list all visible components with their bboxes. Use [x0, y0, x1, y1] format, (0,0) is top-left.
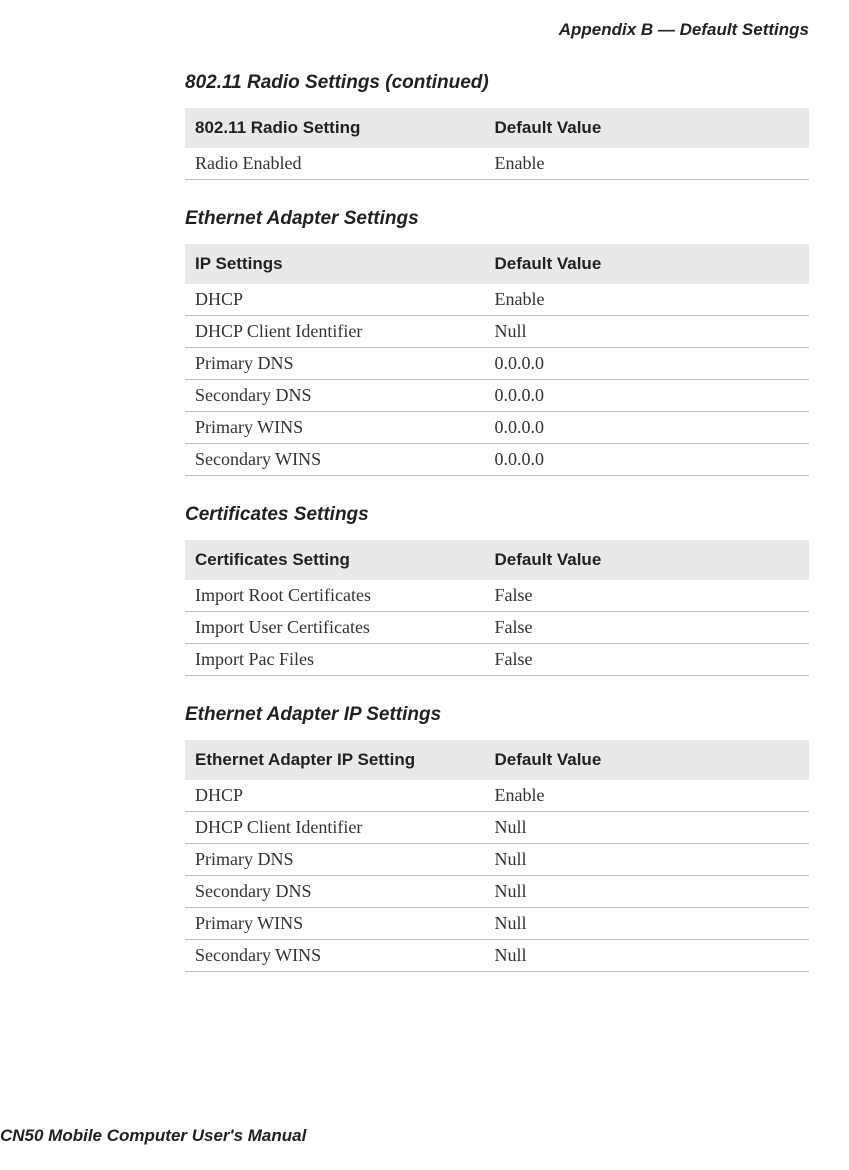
section-title-radio: 802.11 Radio Settings (continued): [185, 72, 809, 94]
table-row: Import Pac Files False: [185, 644, 809, 676]
setting-value: 0.0.0.0: [485, 412, 809, 444]
table-row: Primary WINS 0.0.0.0: [185, 412, 809, 444]
setting-name: Primary DNS: [185, 844, 485, 876]
setting-name: DHCP: [185, 284, 485, 316]
table-header-row: 802.11 Radio Setting Default Value: [185, 108, 809, 148]
setting-name: Secondary WINS: [185, 940, 485, 972]
table-row: Primary WINS Null: [185, 908, 809, 940]
table-header-col1: IP Settings: [185, 244, 485, 284]
table-header-col2: Default Value: [485, 740, 809, 780]
setting-value: Enable: [485, 284, 809, 316]
setting-name: Primary WINS: [185, 412, 485, 444]
table-header-row: Certificates Setting Default Value: [185, 540, 809, 580]
table-row: DHCP Enable: [185, 780, 809, 812]
setting-value: 0.0.0.0: [485, 348, 809, 380]
setting-name: DHCP Client Identifier: [185, 812, 485, 844]
table-radio-settings: 802.11 Radio Setting Default Value Radio…: [185, 108, 809, 180]
page-content: 802.11 Radio Settings (continued) 802.11…: [0, 72, 809, 972]
setting-value: False: [485, 644, 809, 676]
table-row: Import Root Certificates False: [185, 580, 809, 612]
setting-name: Primary WINS: [185, 908, 485, 940]
page-header: Appendix B — Default Settings: [0, 20, 809, 40]
setting-name: DHCP: [185, 780, 485, 812]
setting-name: Secondary DNS: [185, 876, 485, 908]
section-title-ethernet-ip: Ethernet Adapter IP Settings: [185, 704, 809, 726]
setting-value: Null: [485, 908, 809, 940]
setting-value: 0.0.0.0: [485, 444, 809, 476]
setting-value: Null: [485, 940, 809, 972]
table-row: Import User Certificates False: [185, 612, 809, 644]
table-row: Radio Enabled Enable: [185, 148, 809, 180]
setting-value: Enable: [485, 780, 809, 812]
page-footer: CN50 Mobile Computer User's Manual: [0, 1126, 306, 1146]
table-certificates-settings: Certificates Setting Default Value Impor…: [185, 540, 809, 676]
setting-value: Null: [485, 844, 809, 876]
setting-value: 0.0.0.0: [485, 380, 809, 412]
table-header-col1: 802.11 Radio Setting: [185, 108, 485, 148]
table-row: Primary DNS Null: [185, 844, 809, 876]
setting-value: Null: [485, 876, 809, 908]
table-header-row: Ethernet Adapter IP Setting Default Valu…: [185, 740, 809, 780]
section-title-ethernet-adapter: Ethernet Adapter Settings: [185, 208, 809, 230]
table-header-col2: Default Value: [485, 244, 809, 284]
setting-value: False: [485, 612, 809, 644]
table-row: Secondary WINS Null: [185, 940, 809, 972]
table-row: Secondary WINS 0.0.0.0: [185, 444, 809, 476]
setting-name: Primary DNS: [185, 348, 485, 380]
table-row: Secondary DNS 0.0.0.0: [185, 380, 809, 412]
table-header-col2: Default Value: [485, 540, 809, 580]
setting-name: DHCP Client Identifier: [185, 316, 485, 348]
table-header-row: IP Settings Default Value: [185, 244, 809, 284]
table-header-col2: Default Value: [485, 108, 809, 148]
setting-name: Import Root Certificates: [185, 580, 485, 612]
table-row: Secondary DNS Null: [185, 876, 809, 908]
table-header-col1: Certificates Setting: [185, 540, 485, 580]
table-row: Primary DNS 0.0.0.0: [185, 348, 809, 380]
section-title-certificates: Certificates Settings: [185, 504, 809, 526]
setting-name: Secondary WINS: [185, 444, 485, 476]
table-row: DHCP Enable: [185, 284, 809, 316]
setting-name: Radio Enabled: [185, 148, 485, 180]
setting-value: False: [485, 580, 809, 612]
setting-value: Null: [485, 812, 809, 844]
table-row: DHCP Client Identifier Null: [185, 316, 809, 348]
setting-value: Null: [485, 316, 809, 348]
table-header-col1: Ethernet Adapter IP Setting: [185, 740, 485, 780]
table-ethernet-adapter-settings: IP Settings Default Value DHCP Enable DH…: [185, 244, 809, 476]
table-row: DHCP Client Identifier Null: [185, 812, 809, 844]
table-ethernet-ip-settings: Ethernet Adapter IP Setting Default Valu…: [185, 740, 809, 972]
setting-name: Secondary DNS: [185, 380, 485, 412]
setting-value: Enable: [485, 148, 809, 180]
setting-name: Import User Certificates: [185, 612, 485, 644]
setting-name: Import Pac Files: [185, 644, 485, 676]
